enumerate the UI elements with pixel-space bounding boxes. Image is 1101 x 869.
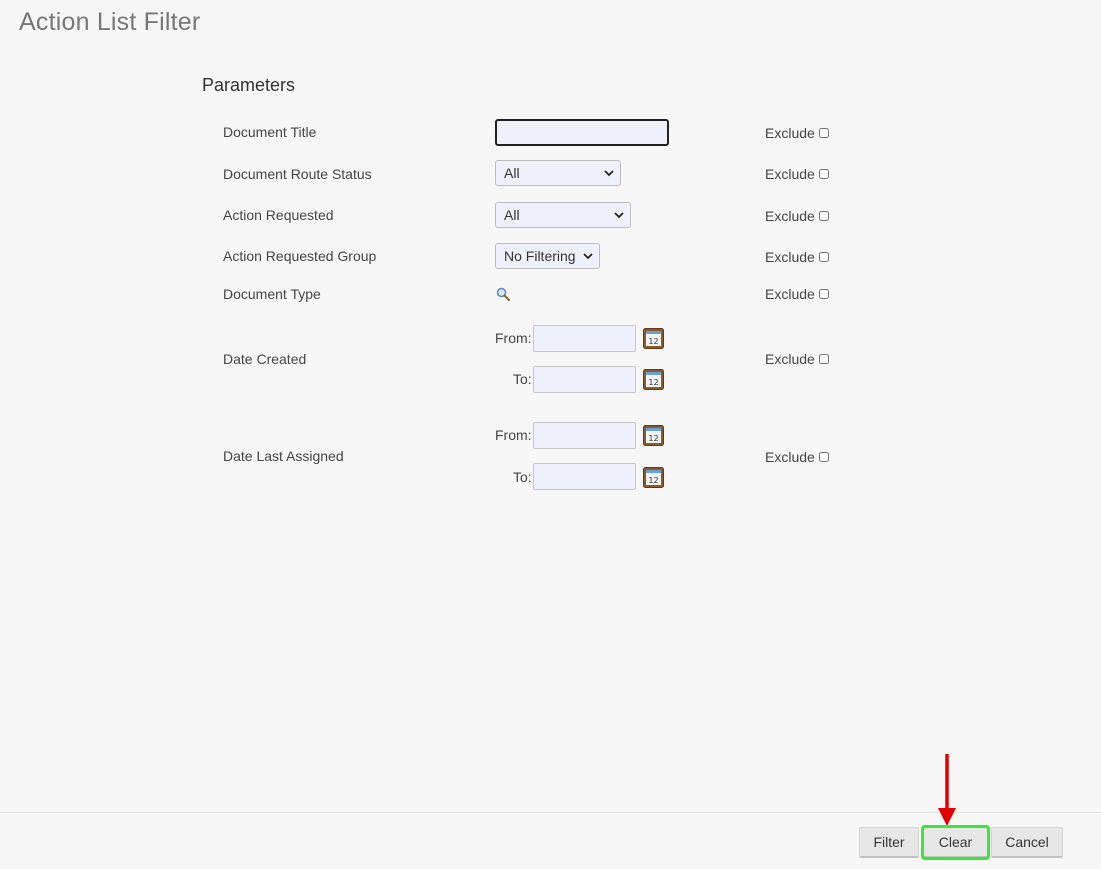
document-type-label: Document Type [223,286,321,302]
date-last-assigned-from-label: From: [495,427,532,443]
calendar-icon[interactable]: 12 [643,369,664,390]
exclude-label: Exclude [765,166,815,182]
calendar-icon[interactable]: 12 [643,467,664,488]
action-requested-group-exclude-checkbox[interactable] [818,252,829,262]
action-requested-exclude-checkbox[interactable] [818,211,829,221]
clear-button[interactable]: Clear [921,825,990,860]
exclude-label: Exclude [765,249,815,265]
date-last-assigned-to-input[interactable] [533,463,636,490]
action-requested-exclude[interactable]: Exclude [765,208,829,224]
svg-text:12: 12 [648,378,658,387]
exclude-label: Exclude [765,125,815,141]
action-requested-group-exclude[interactable]: Exclude [765,249,829,265]
filter-button[interactable]: Filter [859,827,919,858]
date-created-exclude-checkbox[interactable] [818,354,829,364]
action-requested-select[interactable]: All [495,202,631,228]
action-requested-value: All [504,207,520,223]
document-title-exclude-checkbox[interactable] [818,128,829,138]
date-created-to-input[interactable] [533,366,636,393]
route-status-select[interactable]: All [495,160,621,186]
exclude-label: Exclude [765,351,815,367]
calendar-icon[interactable]: 12 [643,328,664,349]
date-last-assigned-exclude[interactable]: Exclude [765,449,829,465]
date-created-exclude[interactable]: Exclude [765,351,829,367]
chevron-down-icon [604,170,614,177]
date-created-label: Date Created [223,351,307,367]
chevron-down-icon [583,253,593,260]
section-title: Parameters [202,75,296,95]
date-last-assigned-from-input[interactable] [533,422,636,449]
route-status-exclude-checkbox[interactable] [818,169,829,179]
route-status-value: All [504,165,520,181]
chevron-down-icon [614,212,624,219]
search-icon[interactable] [496,287,510,301]
svg-text:12: 12 [648,337,658,346]
date-created-to-label: To: [513,371,532,387]
route-status-label: Document Route Status [223,166,372,182]
action-requested-group-select[interactable]: No Filtering [495,243,600,269]
date-created-from-input[interactable] [533,325,636,352]
action-requested-group-value: No Filtering [504,248,576,264]
date-last-assigned-to-label: To: [513,469,532,485]
exclude-label: Exclude [765,208,815,224]
exclude-label: Exclude [765,286,815,302]
date-last-assigned-label: Date Last Assigned [223,448,344,464]
action-requested-label: Action Requested [223,207,334,223]
document-title-label: Document Title [223,124,317,140]
route-status-exclude[interactable]: Exclude [765,166,829,182]
date-created-from-label: From: [495,330,532,346]
date-last-assigned-exclude-checkbox[interactable] [818,452,829,462]
exclude-label: Exclude [765,449,815,465]
calendar-icon[interactable]: 12 [643,425,664,446]
page-title: Action List Filter [19,8,201,36]
svg-text:12: 12 [648,476,658,485]
red-arrow-annotation [938,754,956,826]
document-type-exclude-checkbox[interactable] [818,289,829,299]
action-requested-group-label: Action Requested Group [223,248,377,264]
svg-text:12: 12 [648,434,658,443]
cancel-button[interactable]: Cancel [991,827,1063,858]
document-title-exclude[interactable]: Exclude [765,125,829,141]
document-title-input[interactable] [495,119,669,146]
document-type-exclude[interactable]: Exclude [765,286,829,302]
